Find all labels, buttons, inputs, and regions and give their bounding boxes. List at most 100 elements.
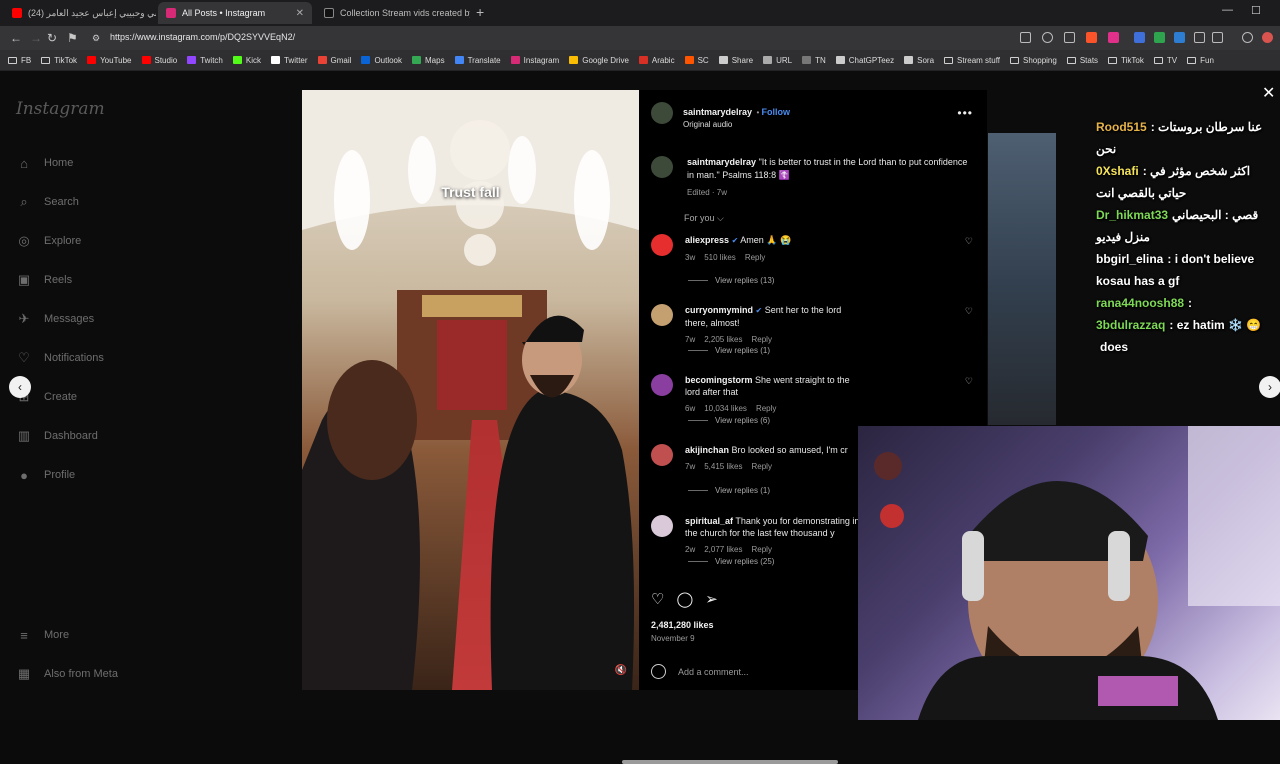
view-replies-button[interactable]: View replies (1) — [688, 346, 770, 355]
sidebar-item-more[interactable]: ≡ More — [16, 627, 69, 643]
extension-icon[interactable] — [1108, 32, 1119, 43]
sidebar-item-notifications[interactable]: ♡ Notifications — [16, 350, 104, 366]
bookmark-item[interactable]: Translate — [454, 56, 501, 65]
post-username[interactable]: saintmarydelray — [683, 107, 752, 117]
bookmark-item[interactable]: Studio — [141, 56, 177, 65]
sidebar-icon[interactable] — [1212, 32, 1223, 43]
avatar[interactable] — [651, 234, 673, 256]
sidebar-item-messages[interactable]: ✈ Messages — [16, 311, 95, 327]
comment-username[interactable]: aliexpress — [685, 235, 729, 245]
avatar[interactable] — [651, 156, 673, 178]
bookmark-item[interactable]: TN — [802, 56, 826, 65]
cast-icon[interactable] — [1020, 32, 1031, 43]
close-post-icon[interactable]: ✕ — [1262, 83, 1275, 103]
bookmark-item[interactable]: ChatGPTeez — [835, 56, 894, 65]
bookmark-item[interactable]: TikTok — [41, 56, 77, 65]
comment-likes[interactable]: 2,205 likes — [704, 335, 742, 344]
bookmark-item[interactable]: FB — [8, 56, 31, 65]
reply-button[interactable]: Reply — [751, 335, 771, 344]
sidebar-item-reels[interactable]: ▣ Reels — [16, 272, 72, 288]
zoom-icon[interactable] — [1042, 32, 1053, 43]
bookmark-item[interactable]: Instagram — [510, 56, 559, 65]
back-icon[interactable]: ← — [10, 31, 22, 45]
brave-shield-icon[interactable] — [1086, 32, 1097, 43]
extensions-puzzle-icon[interactable] — [1194, 32, 1205, 43]
reel-video[interactable]: Trust fall 🔇 — [302, 90, 639, 690]
sidebar-item-also-from-meta[interactable]: ▦ Also from Meta — [16, 666, 118, 682]
forward-icon[interactable]: → — [30, 31, 42, 45]
add-comment-input[interactable]: Add a comment... — [678, 667, 749, 677]
reply-button[interactable]: Reply — [745, 253, 765, 262]
more-options-icon[interactable]: ••• — [957, 106, 973, 120]
original-audio-link[interactable]: Original audio — [683, 120, 790, 129]
bookmark-item[interactable]: Maps — [412, 56, 445, 65]
bookmark-item[interactable]: Outlook — [361, 56, 402, 65]
new-tab-button[interactable]: + — [476, 4, 484, 20]
bookmark-item[interactable]: Sora — [904, 56, 934, 65]
bookmark-item[interactable]: YouTube — [87, 56, 132, 65]
next-post-button[interactable]: › — [1259, 376, 1280, 398]
browser-tab-active[interactable]: All Posts • Instagram ✕ — [158, 2, 312, 24]
sidebar-item-search[interactable]: ⌕ Search — [16, 194, 79, 210]
minimize-icon[interactable]: — — [1222, 4, 1233, 16]
avatar[interactable] — [651, 304, 673, 326]
comment-sort-dropdown[interactable]: For you ⌵ — [684, 213, 724, 224]
reply-button[interactable]: Reply — [751, 462, 771, 471]
bookmark-item[interactable]: Stats — [1066, 56, 1098, 65]
mute-icon[interactable]: 🔇 — [615, 665, 627, 676]
instagram-logo[interactable]: Instagram — [16, 99, 105, 119]
sidebar-item-dashboard[interactable]: ▥ Dashboard — [16, 428, 98, 444]
view-replies-button[interactable]: View replies (6) — [688, 416, 770, 425]
bookmark-icon[interactable]: ⚑ — [67, 31, 78, 45]
reload-icon[interactable]: ↻ — [47, 31, 57, 45]
comment-username[interactable]: spiritual_af — [685, 516, 733, 526]
sidebar-item-explore[interactable]: ◎ Explore — [16, 233, 81, 249]
caption-username[interactable]: saintmarydelray — [687, 157, 756, 167]
bookmark-item[interactable]: Stream stuff — [944, 56, 1000, 65]
site-info-icon[interactable]: ⚙ — [92, 33, 100, 44]
bookmark-item[interactable]: Gmail — [317, 56, 351, 65]
comment-likes[interactable]: 2,077 likes — [704, 545, 742, 554]
close-tab-icon[interactable]: ✕ — [296, 8, 304, 19]
comment-username[interactable]: akijinchan — [685, 445, 729, 455]
previous-post-button[interactable]: ‹ — [9, 376, 31, 398]
like-icon[interactable]: ♡ — [651, 590, 664, 608]
browser-tab[interactable]: Collection Stream vids created by ko... — [316, 2, 470, 24]
maximize-icon[interactable]: ☐ — [1251, 4, 1261, 17]
comment-likes[interactable]: 10,034 likes — [704, 404, 747, 413]
media-icon[interactable] — [1242, 32, 1253, 43]
bookmark-item[interactable]: Fun — [1187, 56, 1214, 65]
sidebar-item-profile[interactable]: ● Profile — [16, 467, 75, 483]
bookmark-item[interactable]: SC — [684, 56, 709, 65]
bookmark-item[interactable]: Twitch — [187, 56, 223, 65]
comment-username[interactable]: becomingstorm — [685, 375, 753, 385]
bookmark-item[interactable]: Shopping — [1010, 56, 1057, 65]
extension-icon[interactable] — [1174, 32, 1185, 43]
comment-icon[interactable]: ◯ — [676, 590, 693, 608]
scrollbar[interactable] — [622, 760, 838, 764]
follow-button[interactable]: Follow — [762, 107, 791, 117]
browser-tab[interactable]: (24) إماسي وحبيبي إعباس عجيد العامر... — [4, 2, 156, 24]
comment-likes[interactable]: 5,415 likes — [704, 462, 742, 471]
bookmark-item[interactable]: TikTok — [1108, 56, 1144, 65]
comment-like-icon[interactable]: ♡ — [965, 306, 973, 317]
extension-icon[interactable] — [1134, 32, 1145, 43]
share-icon[interactable]: ➢ — [705, 590, 718, 608]
bookmark-item[interactable]: URL — [763, 56, 792, 65]
bookmark-item[interactable]: Google Drive — [569, 56, 629, 65]
profile-avatar-icon[interactable] — [1262, 32, 1273, 43]
view-replies-button[interactable]: View replies (13) — [688, 276, 774, 285]
bookmark-item[interactable]: Share — [718, 56, 753, 65]
share-icon[interactable] — [1064, 32, 1075, 43]
avatar[interactable] — [651, 374, 673, 396]
bookmark-item[interactable]: Arabic — [638, 56, 675, 65]
reply-button[interactable]: Reply — [751, 545, 771, 554]
view-replies-button[interactable]: View replies (1) — [688, 486, 770, 495]
bookmark-item[interactable]: Kick — [232, 56, 261, 65]
extension-icon[interactable] — [1154, 32, 1165, 43]
next-post-preview[interactable] — [988, 133, 1056, 425]
view-replies-button[interactable]: View replies (25) — [688, 557, 774, 566]
sidebar-item-home[interactable]: ⌂ Home — [16, 155, 73, 171]
reply-button[interactable]: Reply — [756, 404, 776, 413]
url-field[interactable]: https://www.instagram.com/p/DQ2SYVVEqN2/ — [110, 32, 295, 42]
